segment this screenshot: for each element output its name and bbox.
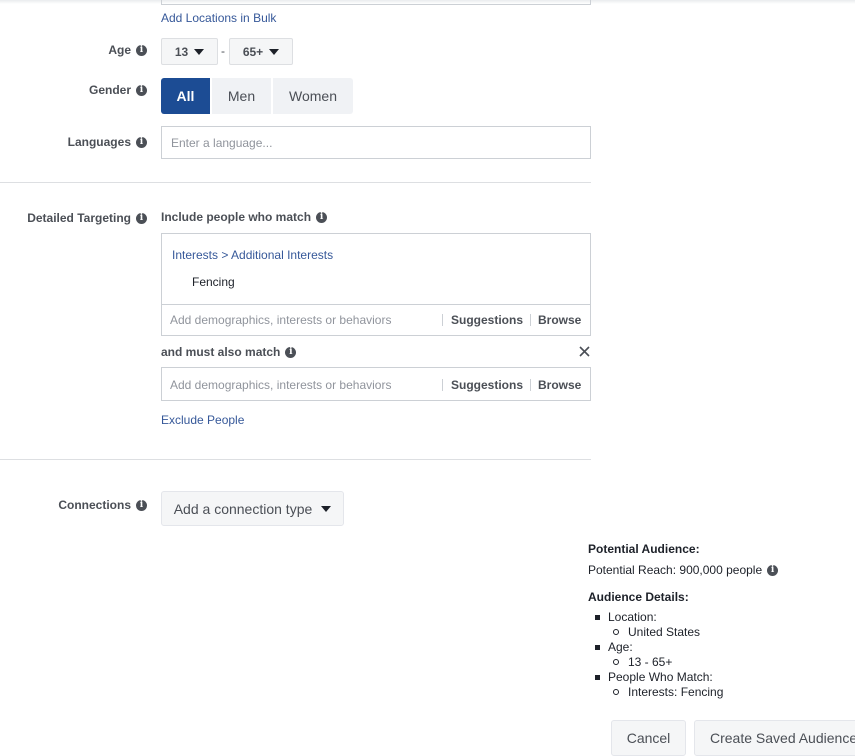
- gender-men-button[interactable]: Men: [212, 78, 271, 114]
- add-locations-bulk-link[interactable]: Add Locations in Bulk: [161, 11, 276, 25]
- info-icon[interactable]: i: [316, 211, 328, 223]
- age-min-value: 13: [174, 44, 189, 59]
- age-separator: -: [221, 44, 225, 58]
- audience-summary: Potential Audience: Potential Reach: 900…: [588, 542, 848, 700]
- languages-label: Languages i: [68, 135, 147, 149]
- age-max-value: 65+: [242, 44, 264, 59]
- potential-reach: Potential Reach: 900,000 people i: [588, 563, 848, 578]
- interest-breadcrumb[interactable]: Interests > Additional Interests: [172, 248, 333, 262]
- gender-women-button[interactable]: Women: [273, 78, 353, 114]
- narrow-input-placeholder: Add demographics, interests or behaviors: [170, 378, 392, 392]
- detail-age-value: 13 - 65+: [588, 655, 848, 670]
- info-icon[interactable]: i: [136, 136, 147, 148]
- include-input-row[interactable]: [162, 304, 590, 305]
- audience-details-title: Audience Details:: [588, 590, 689, 604]
- narrow-input-box[interactable]: Add demographics, interests or behaviors…: [161, 367, 591, 401]
- include-input-placeholder: Add demographics, interests or behaviors: [170, 313, 392, 327]
- caret-down-icon: [269, 48, 280, 55]
- section-divider: [0, 459, 591, 460]
- language-input[interactable]: Enter a language...: [161, 126, 591, 159]
- audience-details-list: Location: United States Age: 13 - 65+ Pe…: [588, 610, 848, 700]
- suggestions-button[interactable]: Suggestions: [451, 313, 523, 327]
- include-label: Include people who match i: [161, 210, 328, 224]
- cancel-button[interactable]: Cancel: [611, 720, 686, 756]
- exclude-people-link[interactable]: Exclude People: [161, 413, 244, 427]
- location-input-edge[interactable]: [161, 0, 591, 5]
- info-icon[interactable]: i: [136, 44, 147, 56]
- section-divider: [0, 182, 591, 183]
- language-input-placeholder: Enter a language...: [171, 136, 273, 150]
- detail-age-label: Age:: [588, 640, 848, 655]
- detail-location-value: United States: [588, 625, 848, 640]
- add-connection-type-button[interactable]: Add a connection type: [161, 491, 344, 526]
- connections-label: Connections i: [58, 498, 147, 512]
- gender-all-button[interactable]: All: [161, 78, 210, 114]
- separator: [530, 314, 531, 326]
- narrow-label: and must also match i: [161, 345, 297, 359]
- separator: [530, 379, 531, 391]
- potential-audience-title: Potential Audience:: [588, 542, 700, 556]
- browse-button[interactable]: Browse: [538, 313, 581, 327]
- info-icon[interactable]: i: [767, 565, 779, 576]
- detailed-targeting-label: Detailed Targeting i: [27, 211, 147, 225]
- age-min-select[interactable]: 13: [161, 38, 218, 65]
- info-icon[interactable]: i: [136, 84, 147, 96]
- include-targeting-box: Interests > Additional Interests Fencing…: [161, 233, 591, 336]
- suggestions-button[interactable]: Suggestions: [451, 378, 523, 392]
- detail-location-label: Location:: [588, 610, 848, 625]
- gender-label: Gender i: [89, 83, 147, 97]
- add-connection-type-label: Add a connection type: [173, 500, 313, 517]
- info-icon[interactable]: i: [285, 346, 297, 358]
- separator: [442, 379, 443, 391]
- info-icon[interactable]: i: [136, 212, 147, 224]
- caret-down-icon: [194, 48, 205, 55]
- age-max-select[interactable]: 65+: [229, 38, 293, 65]
- detail-people-match-label: People Who Match:: [588, 670, 848, 685]
- browse-button[interactable]: Browse: [538, 378, 581, 392]
- close-icon[interactable]: [578, 345, 591, 358]
- caret-down-icon: [321, 505, 332, 512]
- selected-interest-fencing[interactable]: Fencing: [192, 275, 235, 289]
- separator: [442, 314, 443, 326]
- detail-people-match-value: Interests: Fencing: [588, 685, 848, 700]
- info-icon[interactable]: i: [136, 499, 147, 511]
- create-saved-audience-button[interactable]: Create Saved Audience: [694, 720, 855, 756]
- age-label: Age i: [108, 43, 147, 57]
